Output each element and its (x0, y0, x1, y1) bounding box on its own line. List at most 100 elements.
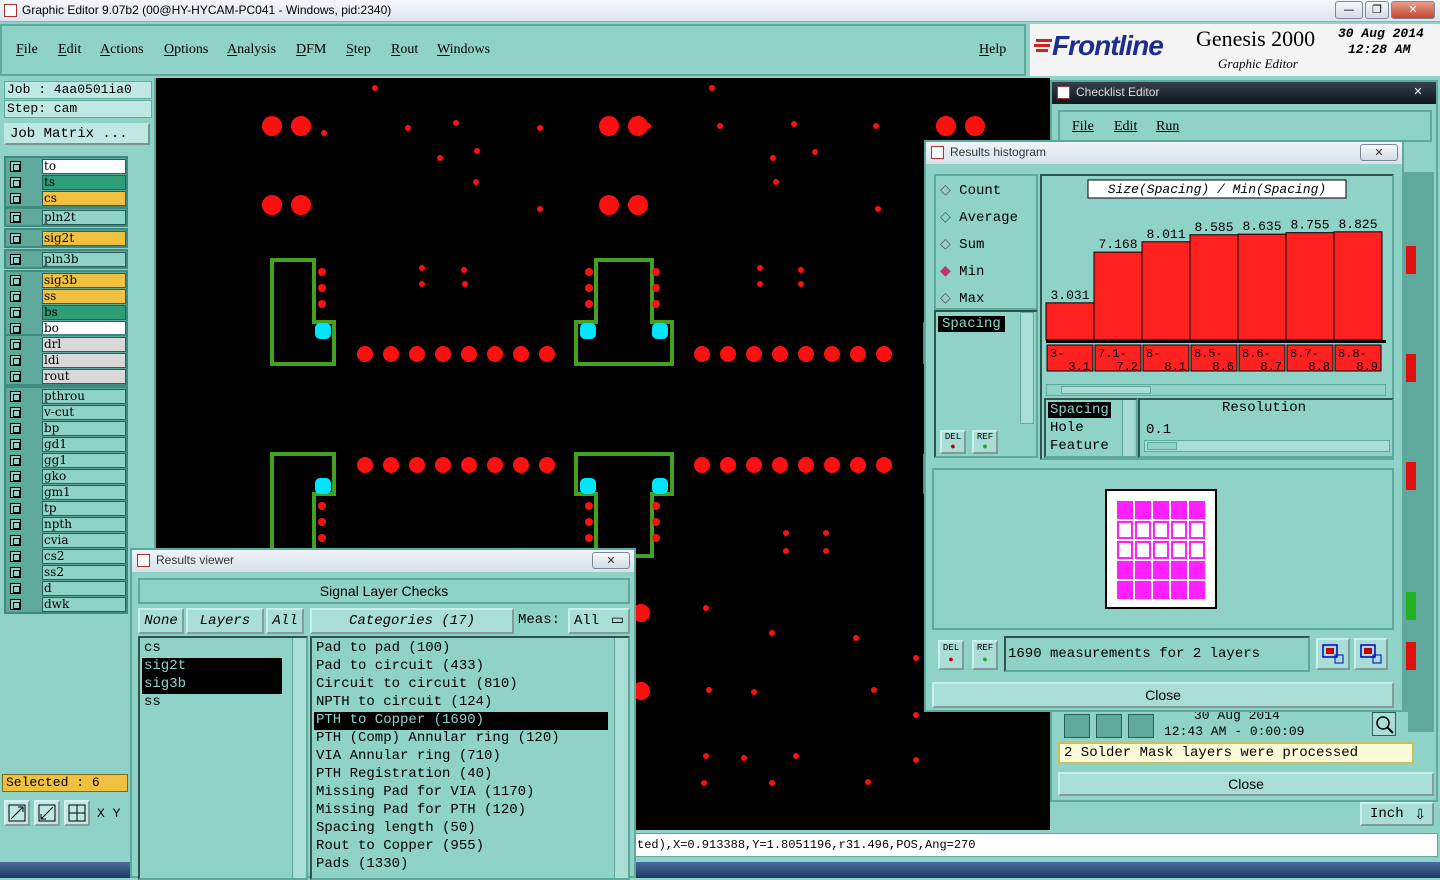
layer-result-item[interactable]: sig2t (142, 658, 282, 676)
zoom-to-result-icon[interactable] (1316, 638, 1350, 670)
category-item[interactable]: Circuit to circuit (810) (314, 676, 608, 694)
category-list-scrollbar[interactable] (614, 638, 628, 878)
run-layer-icon[interactable] (1128, 714, 1154, 738)
zoom-to-all-icon[interactable] (1354, 638, 1388, 670)
category-item[interactable]: PTH (Comp) Annular ring (120) (314, 730, 608, 748)
categories-button[interactable]: Categories (17) (310, 608, 514, 634)
layer-checkbox[interactable] (10, 471, 21, 482)
layer-checkbox[interactable] (10, 535, 21, 546)
minimize-button[interactable]: — (1335, 1, 1363, 19)
layers-none-button[interactable]: None (138, 608, 184, 634)
preview-del-button[interactable]: DEL ● (938, 640, 964, 670)
menu-help[interactable]: Help (979, 42, 1006, 58)
layer-result-item[interactable]: sig3b (142, 676, 282, 694)
histogram-close-icon[interactable]: ✕ (1360, 144, 1398, 161)
job-matrix-button[interactable]: Job Matrix ... (4, 123, 150, 145)
results-viewer-close-icon[interactable]: ✕ (592, 552, 630, 569)
layer-row-d[interactable]: d (6, 581, 126, 596)
layer-checkbox[interactable] (10, 355, 21, 366)
layer-checkbox[interactable] (10, 307, 21, 318)
layer-row-bp[interactable]: bp (6, 421, 126, 436)
layer-row-dwk[interactable]: dwk (6, 597, 126, 612)
layer-checkbox[interactable] (10, 423, 21, 434)
layer-row-rout[interactable]: rout (6, 369, 126, 384)
layer-checkbox[interactable] (10, 567, 21, 578)
layer-row-to[interactable]: to (6, 159, 126, 174)
layer-row-cvia[interactable]: cvia (6, 533, 126, 548)
layer-checkbox[interactable] (10, 254, 21, 265)
layer-row-sig2t[interactable]: sig2t (6, 231, 126, 246)
category-item[interactable]: PTH Registration (40) (314, 766, 608, 784)
menu-windows[interactable]: Windows (437, 42, 490, 58)
checklist-menu-run[interactable]: Run (1156, 119, 1179, 135)
mode-option-max[interactable]: ◇ Max (940, 290, 984, 307)
preview-ref-button[interactable]: REF ● (972, 640, 998, 670)
histogram-list-item[interactable]: Spacing (938, 316, 1005, 332)
chart-horizontal-scrollbar[interactable] (1046, 384, 1386, 396)
mode-option-average[interactable]: ◇ Average (940, 209, 1018, 226)
layer-row-gd1[interactable]: gd1 (6, 437, 126, 452)
layer-row-cs2[interactable]: cs2 (6, 549, 126, 564)
feature-list-item[interactable]: Feature (1050, 438, 1109, 454)
layer-checkbox[interactable] (10, 503, 21, 514)
layer-row-gko[interactable]: gko (6, 469, 126, 484)
menu-dfm[interactable]: DFM (296, 42, 326, 58)
histogram-list-scrollbar[interactable] (1020, 312, 1034, 424)
feature-list-item[interactable]: Spacing (1048, 402, 1111, 418)
histogram-close-button[interactable]: Close (932, 682, 1394, 708)
feature-list-item[interactable]: Hole (1050, 420, 1084, 436)
run-step-icon[interactable] (1096, 714, 1122, 738)
checklist-close-button[interactable]: Close (1058, 772, 1434, 796)
layer-result-item[interactable]: cs (142, 640, 282, 658)
histogram-del-button[interactable]: DEL ● (940, 430, 966, 454)
layers-button[interactable]: Layers (186, 608, 264, 634)
layer-checkbox[interactable] (10, 391, 21, 402)
layer-checkbox[interactable] (10, 599, 21, 610)
maximize-button[interactable]: ❐ (1365, 1, 1389, 19)
layer-checkbox[interactable] (10, 339, 21, 350)
layer-checkbox[interactable] (10, 519, 21, 530)
layer-row-pln3b[interactable]: pln3b (6, 252, 126, 267)
layer-checkbox[interactable] (10, 275, 21, 286)
run-all-icon[interactable] (1064, 714, 1090, 738)
menu-analysis[interactable]: Analysis (227, 42, 276, 58)
checklist-search-icon[interactable] (1372, 712, 1396, 736)
layer-checkbox[interactable] (10, 551, 21, 562)
meas-select[interactable]: All ▭ (568, 608, 630, 634)
layer-row-gg1[interactable]: gg1 (6, 453, 126, 468)
category-item[interactable]: Spacing length (50) (314, 820, 608, 838)
scrollbar-thumb[interactable] (1061, 386, 1151, 394)
menu-file[interactable]: File (16, 42, 38, 58)
mode-option-count[interactable]: ◇ Count (940, 182, 1001, 199)
layer-row-npth[interactable]: npth (6, 517, 126, 532)
layer-checkbox[interactable] (10, 371, 21, 382)
zoom-tool-icon[interactable] (4, 800, 30, 826)
category-item[interactable]: Missing Pad for PTH (120) (314, 802, 608, 820)
resolution-slider[interactable] (1144, 440, 1390, 452)
layer-row-v-cut[interactable]: v-cut (6, 405, 126, 420)
menu-options[interactable]: Options (164, 42, 208, 58)
histogram-ref-button[interactable]: REF ● (972, 430, 998, 454)
layers-all-button[interactable]: All (266, 608, 304, 634)
layer-checkbox[interactable] (10, 407, 21, 418)
category-item[interactable]: Rout to Copper (955) (314, 838, 608, 856)
layer-checkbox[interactable] (10, 439, 21, 450)
layer-row-gm1[interactable]: gm1 (6, 485, 126, 500)
layer-list-scrollbar[interactable] (292, 638, 306, 878)
category-item[interactable]: Pads (1330) (314, 856, 608, 874)
layer-row-drl[interactable]: drl (6, 337, 126, 352)
grid-tool-icon[interactable] (64, 800, 90, 826)
checklist-menu-file[interactable]: File (1072, 119, 1094, 135)
layer-row-ts[interactable]: ts (6, 175, 126, 190)
layer-row-sig3b[interactable]: sig3b (6, 273, 126, 288)
layer-checkbox[interactable] (10, 193, 21, 204)
units-select[interactable]: Inch ⇩ (1360, 802, 1434, 826)
category-item[interactable]: Missing Pad for VIA (1170) (314, 784, 608, 802)
layer-checkbox[interactable] (10, 583, 21, 594)
checklist-menu-edit[interactable]: Edit (1114, 119, 1137, 135)
layer-row-pln2t[interactable]: pln2t (6, 210, 126, 225)
close-window-button[interactable]: ✕ (1391, 1, 1435, 19)
xy-toggle[interactable]: X Y (97, 806, 120, 821)
menu-actions[interactable]: Actions (100, 42, 144, 58)
menu-rout[interactable]: Rout (391, 42, 418, 58)
